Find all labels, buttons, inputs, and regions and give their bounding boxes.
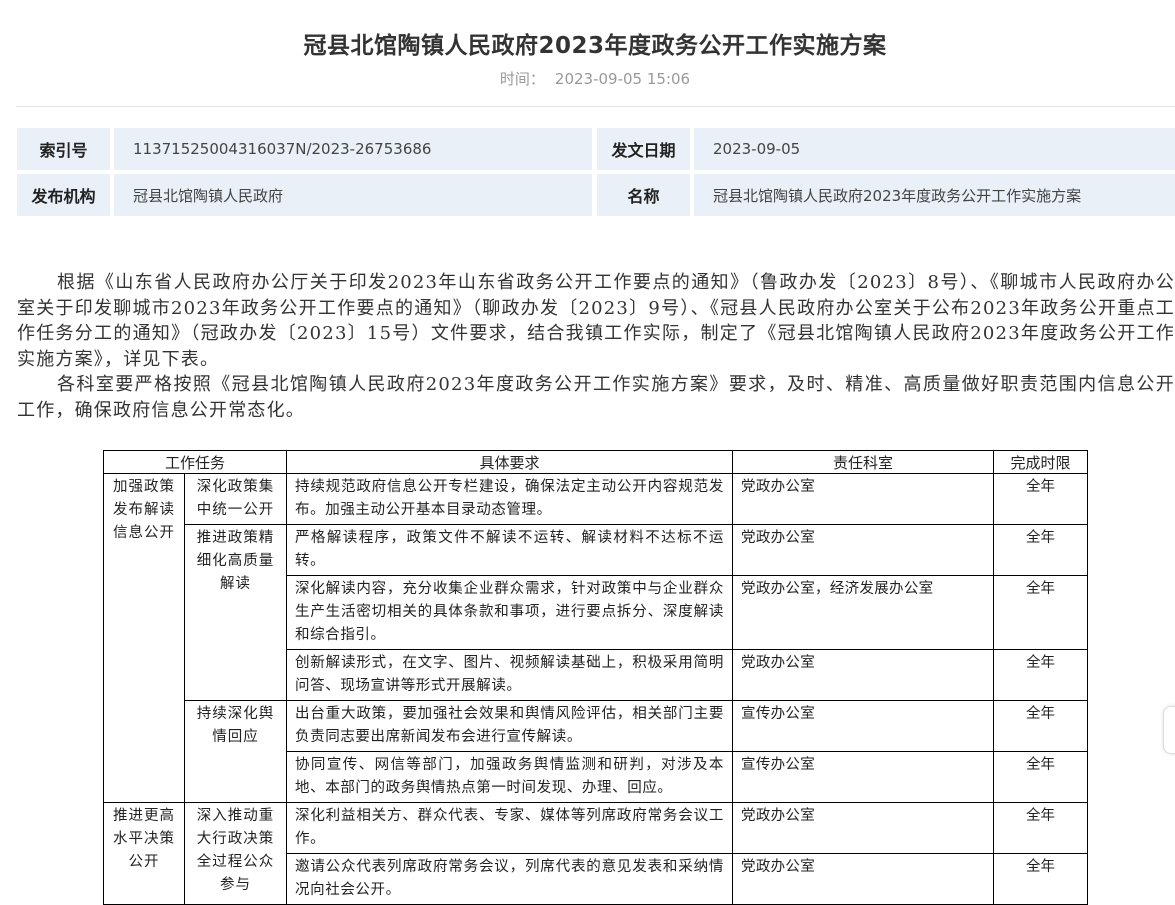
body-paragraph-1: 根据《山东省人民政府办公厅关于印发2023年山东省政务公开工作要点的通知》（鲁政… (17, 272, 1175, 370)
office-cell: 宣传办公室 (732, 700, 995, 752)
office-cell: 党政办公室 (732, 853, 995, 905)
plan-table: 工作任务 具体要求 责任科室 完成时限 加强政策发布解读信息公开 深化政策集中统… (102, 450, 1089, 905)
header-requirement: 具体要求 (286, 450, 734, 474)
deadline-cell: 全年 (993, 751, 1089, 803)
deadline-cell: 全年 (993, 802, 1089, 854)
meta-index-label: 索引号 (17, 128, 110, 170)
task-group: 加强政策发布解读信息公开 (103, 473, 185, 803)
deadline-cell: 全年 (993, 575, 1089, 650)
office-cell: 宣传办公室 (732, 751, 995, 803)
requirement-cell: 深化解读内容，充分收集企业群众需求，针对政策中与企业群众生产生活密切相关的具体条… (286, 575, 734, 650)
task-group: 推进更高水平决策公开 (103, 802, 185, 905)
task-subgroup: 深入推动重大行政决策全过程公众参与 (183, 802, 288, 905)
meta-index-value: 11371525004316037N/2023-26753686 (114, 128, 592, 170)
header-office: 责任科室 (732, 450, 995, 474)
office-cell: 党政办公室 (732, 524, 995, 576)
deadline-cell: 全年 (993, 649, 1089, 701)
requirement-cell: 协同宣传、网信等部门，加强政务舆情监测和研判，对涉及本地、本部门的政务舆情热点第… (286, 751, 734, 803)
task-subgroup: 推进政策精细化高质量解读 (183, 524, 288, 701)
title-divider (16, 106, 1175, 107)
body-paragraph-2: 各科室要严格按照《冠县北馆陶镇人民政府2023年度政务公开工作实施方案》要求，及… (17, 374, 1175, 421)
header-deadline: 完成时限 (993, 450, 1089, 474)
deadline-cell: 全年 (993, 473, 1089, 525)
meta-date-value: 2023-09-05 (694, 128, 1175, 170)
table-row: 推进政策精细化高质量解读 严格解读程序，政策文件不解读不运转、解读材料不达标不运… (104, 524, 1089, 701)
office-cell: 党政办公室 (732, 473, 995, 525)
task-subgroup: 深化政策集中统一公开 (183, 473, 288, 525)
office-cell: 党政办公室 (732, 802, 995, 854)
table-row: 加强政策发布解读信息公开 深化政策集中统一公开 持续规范政府信息公开专栏建设，确… (103, 473, 1089, 803)
meta-date-label: 发文日期 (597, 128, 690, 170)
publish-time: 时间： 2023-09-05 15:06 (0, 68, 1175, 89)
table-header-row: 工作任务 具体要求 责任科室 完成时限 (102, 450, 1089, 474)
office-cell: 党政办公室，经济发展办公室 (732, 575, 995, 650)
requirement-cell: 严格解读程序，政策文件不解读不运转、解读材料不达标不运转。 (286, 524, 734, 576)
requirement-cell: 深化利益相关方、群众代表、专家、媒体等列席政府常务会议工作。 (286, 802, 734, 854)
requirement-cell: 持续规范政府信息公开专栏建设，确保法定主动公开内容规范发布。加强主动公开基本目录… (286, 473, 734, 525)
page-title: 冠县北馆陶镇人民政府2023年度政务公开工作实施方案 (303, 33, 887, 59)
meta-name-value: 冠县北馆陶镇人民政府2023年度政务公开工作实施方案 (694, 174, 1175, 216)
requirement-cell: 出台重大政策，要加强社会效果和舆情风险评估，相关部门主要负责同志要出席新闻发布会… (286, 700, 734, 752)
table-row: 推进更高水平决策公开 深入推动重大行政决策全过程公众参与 深化利益相关方、群众代… (103, 802, 1089, 905)
meta-org-value: 冠县北馆陶镇人民政府 (114, 174, 592, 216)
side-float-handle[interactable] (1163, 706, 1175, 754)
deadline-cell: 全年 (993, 853, 1089, 905)
meta-name-label: 名称 (597, 174, 690, 216)
deadline-cell: 全年 (993, 700, 1089, 752)
requirement-cell: 邀请公众代表列席政府常务会议，列席代表的意见发表和采纳情况向社会公开。 (286, 853, 734, 905)
requirement-cell: 创新解读形式，在文字、图片、视频解读基础上，积极采用简明问答、现场宣讲等形式开展… (286, 649, 734, 701)
office-cell: 党政办公室 (732, 649, 995, 701)
deadline-cell: 全年 (993, 524, 1089, 576)
header-task: 工作任务 (102, 450, 288, 474)
table-row: 持续深化舆情回应 出台重大政策，要加强社会效果和舆情风险评估，相关部门主要负责同… (104, 700, 1089, 803)
meta-org-label: 发布机构 (17, 174, 110, 216)
publish-time-value: 2023-09-05 15:06 (554, 70, 691, 88)
task-subgroup: 持续深化舆情回应 (183, 700, 288, 803)
publish-time-label: 时间： (499, 70, 545, 88)
